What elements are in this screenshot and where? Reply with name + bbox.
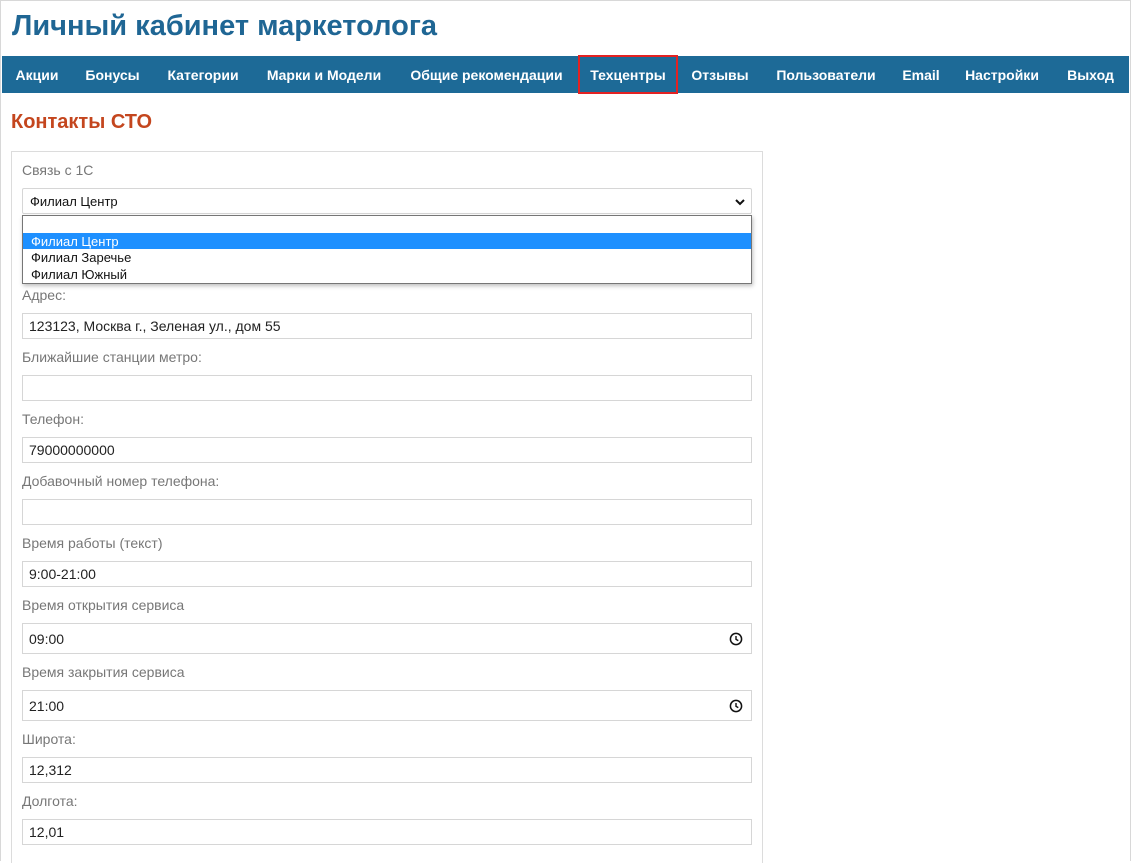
nav-item-actions[interactable]: Акции (2, 56, 72, 93)
nav-item-users[interactable]: Пользователи (762, 56, 890, 93)
nav-item-reviews[interactable]: Отзывы (678, 56, 762, 93)
metro-label: Ближайшие станции метро: (22, 349, 202, 365)
phone-ext-input[interactable] (22, 499, 752, 525)
link-1c-selected-value: Филиал Центр (30, 193, 118, 209)
link-1c-dropdown-list: Филиал Центр Филиал Заречье Филиал Южный (22, 215, 752, 284)
main-navbar: Акции Бонусы Категории Марки и Модели Об… (2, 55, 1129, 94)
address-label: Адрес: (22, 287, 66, 303)
nav-item-settings[interactable]: Настройки (952, 56, 1052, 93)
clock-icon[interactable] (729, 699, 743, 713)
work-time-text-input[interactable]: 9:00-21:00 (22, 561, 752, 587)
link-1c-label: Связь с 1С (22, 162, 94, 178)
close-time-input[interactable]: 21:00 (22, 690, 752, 721)
open-time-value: 09:00 (29, 630, 65, 647)
longitude-label: Долгота: (22, 793, 78, 809)
address-input[interactable]: 123123, Москва г., Зеленая ул., дом 55 (22, 313, 752, 339)
work-time-text-label: Время работы (текст) (22, 535, 163, 551)
dropdown-option-center[interactable]: Филиал Центр (23, 233, 751, 249)
chevron-down-icon (735, 199, 745, 206)
link-1c-select[interactable]: Филиал Центр (22, 188, 752, 214)
nav-item-email[interactable]: Email (890, 56, 952, 93)
longitude-input[interactable]: 12,01 (22, 819, 752, 845)
metro-input[interactable] (22, 375, 752, 401)
nav-item-categories[interactable]: Категории (153, 56, 253, 93)
app-title: Личный кабинет маркетолога (12, 10, 438, 42)
latitude-input[interactable]: 12,312 (22, 757, 752, 783)
nav-item-logout[interactable]: Выход (1052, 56, 1129, 93)
nav-item-brands-models[interactable]: Марки и Модели (253, 56, 395, 93)
close-time-value: 21:00 (29, 697, 65, 714)
open-time-label: Время открытия сервиса (22, 597, 185, 613)
dropdown-option-yuzhny[interactable]: Филиал Южный (23, 266, 751, 282)
phone-label: Телефон: (22, 411, 84, 427)
nav-item-tech-centers[interactable]: Техцентры (578, 55, 678, 94)
page-title: Контакты СТО (11, 111, 153, 133)
phone-ext-label: Добавочный номер телефона: (22, 473, 220, 489)
clock-icon[interactable] (729, 632, 743, 646)
nav-item-general-recommendations[interactable]: Общие рекомендации (395, 56, 578, 93)
phone-input[interactable]: 79000000000 (22, 437, 752, 463)
close-time-label: Время закрытия сервиса (22, 664, 185, 680)
latitude-label: Широта: (22, 731, 76, 747)
dropdown-option-zarechye[interactable]: Филиал Заречье (23, 249, 751, 265)
open-time-input[interactable]: 09:00 (22, 623, 752, 654)
nav-item-bonuses[interactable]: Бонусы (72, 56, 153, 93)
